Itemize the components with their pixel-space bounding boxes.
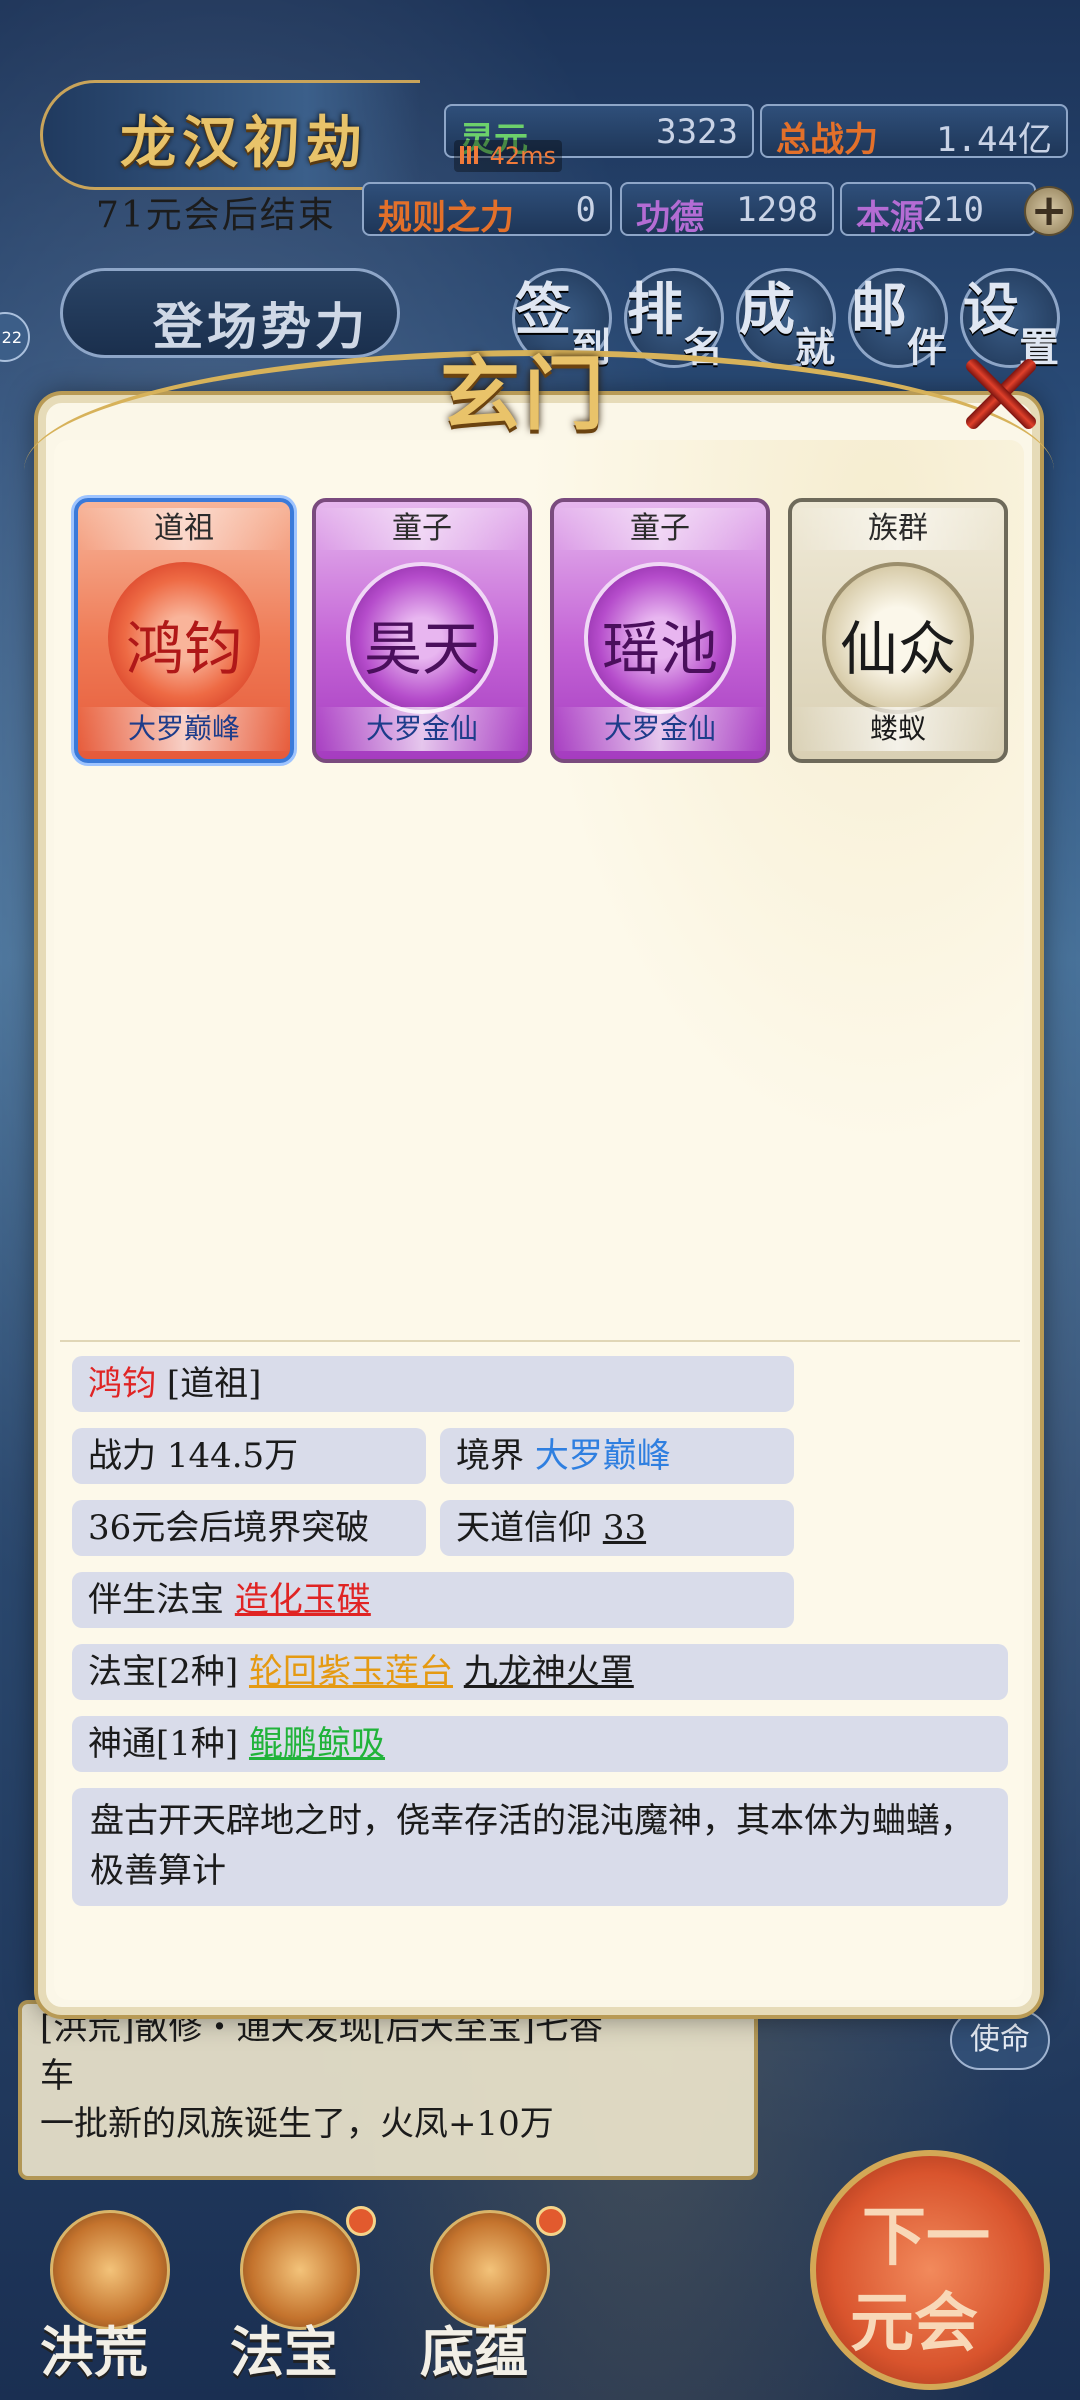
breakthrough-text: 36元会后境界突破 [88,1508,370,1548]
card-name: 鸿钧 [125,615,242,683]
card-name: 昊天 [363,615,480,683]
card-role: 族群 [792,508,1004,550]
total-power-stat: 总战力 1.44亿 [760,104,1068,160]
divider [60,1340,1020,1342]
origin-value: 210 [922,190,984,230]
treasure-link[interactable]: 轮回紫玉莲台 [249,1652,453,1692]
member-card-hongjun[interactable]: 道祖 鸿钧 大罗巅峰 [74,498,294,763]
close-icon[interactable] [960,352,1040,432]
card-rank: 大罗金仙 [554,707,766,751]
member-card-xianzhong[interactable]: 族群 仙众 蝼蚁 [788,498,1008,763]
settings-char-1: 设 [963,277,1019,343]
total-power-value: 1.44亿 [936,120,1052,160]
next-era-button[interactable]: 下一 元会 [810,2150,1050,2390]
treasure-link[interactable]: 九龙神火罩 [464,1652,634,1692]
achievement-button[interactable]: 成 就 [736,268,836,371]
member-card-haotian[interactable]: 童子 昊天 大罗金仙 [312,498,532,763]
merit-stat: 功德 1298 [620,182,834,238]
card-name: 瑶池 [601,615,718,683]
skill-link[interactable]: 鲲鹏鲸吸 [249,1724,385,1764]
mail-char-1: 邮 [851,277,907,343]
tab-honghuang-label: 洪荒 [40,2320,148,2384]
achievement-char-2: 就 [795,324,835,371]
merit-label: 功德 [636,198,704,238]
origin-stat: 本源 210 [840,182,1036,238]
realm-row: 境界 大罗巅峰 [440,1428,794,1484]
rule-power-stat: 规则之力 0 [362,182,612,238]
notification-dot [536,2206,566,2236]
faith-label: 天道信仰 [456,1508,592,1548]
card-name: 仙众 [839,615,956,683]
ping-value: 42ms [489,142,557,170]
skill-label: 神通[1种] [88,1724,239,1764]
ranking-char-1: 排 [627,277,683,343]
game-title: 龙汉初劫 [120,110,368,176]
card-rank: 蝼蚁 [792,707,1004,751]
log-line: 车 [40,2056,74,2096]
mail-char-2: 件 [907,324,947,371]
rule-power-value: 0 [575,190,596,230]
origin-label: 本源 [856,198,924,238]
achievement-char-1: 成 [739,277,795,343]
detail-name-row: 鸿钧 [道祖] [72,1356,794,1412]
faith-value-link[interactable]: 33 [603,1508,646,1548]
next-era-label-2: 元会 [850,2286,978,2361]
log-line: 一批新的凤族诞生了，火凤+10万 [40,2104,554,2144]
ping-indicator: 42ms [454,140,563,172]
tab-treasure-label: 法宝 [230,2320,338,2384]
signal-icon [460,146,482,164]
character-description: 盘古开天辟地之时，侥幸存活的混沌魔神，其本体为蛐蟮，极善算计 [72,1788,1008,1906]
companion-label: 伴生法宝 [88,1580,224,1620]
realm-value: 大罗巅峰 [534,1436,671,1476]
companion-row: 伴生法宝 造化玉碟 [72,1572,794,1628]
power-label: 战力 [88,1436,156,1476]
tab-foundation-label: 底蕴 [420,2320,528,2384]
modal-title: 玄门 [440,347,608,441]
rule-power-label: 规则之力 [378,198,514,238]
treasure-label: 法宝[2种] [88,1652,239,1692]
lingyuan-value: 3323 [656,112,738,152]
treasure-row: 法宝[2种] 轮回紫玉莲台 九龙神火罩 [72,1644,1008,1700]
card-role: 童子 [316,508,528,550]
event-log: [洪荒]散修・通天发现[后天至宝]七香 车 一批新的凤族诞生了，火凤+10万 [18,2000,758,2180]
power-value: 144.5万 [166,1436,299,1476]
notification-dot [346,2206,376,2236]
tab-treasure[interactable]: 法宝 [220,2206,380,2384]
era-countdown: 71元会后结束 [96,195,336,236]
add-origin-button[interactable]: + [1024,186,1074,236]
card-role: 道祖 [78,508,290,550]
mission-button[interactable]: 使命 [950,2010,1050,2070]
power-row: 战力 144.5万 [72,1428,426,1484]
card-rank: 大罗巅峰 [78,707,290,751]
card-rank: 大罗金仙 [316,707,528,751]
tab-honghuang[interactable]: 洪荒 [30,2210,190,2384]
character-title: [道祖] [166,1364,262,1404]
realm-label: 境界 [456,1436,524,1476]
tab-foundation[interactable]: 底蕴 [410,2206,570,2384]
skill-row: 神通[1种] 鲲鹏鲸吸 [72,1716,1008,1772]
card-role: 童子 [554,508,766,550]
next-era-label-1: 下一 [862,2200,990,2275]
member-card-yaochi[interactable]: 童子 瑶池 大罗金仙 [550,498,770,763]
total-power-label: 总战力 [776,120,878,160]
faction-button-label: 登场势力 [153,297,369,356]
mail-button[interactable]: 邮 件 [848,268,948,371]
character-name: 鸿钧 [88,1364,156,1404]
merit-value: 1298 [736,190,818,230]
breakthrough-row: 36元会后境界突破 [72,1500,426,1556]
faith-row: 天道信仰 33 [440,1500,794,1556]
companion-treasure-link[interactable]: 造化玉碟 [235,1580,371,1620]
faction-button[interactable]: 登场势力 [60,268,400,358]
